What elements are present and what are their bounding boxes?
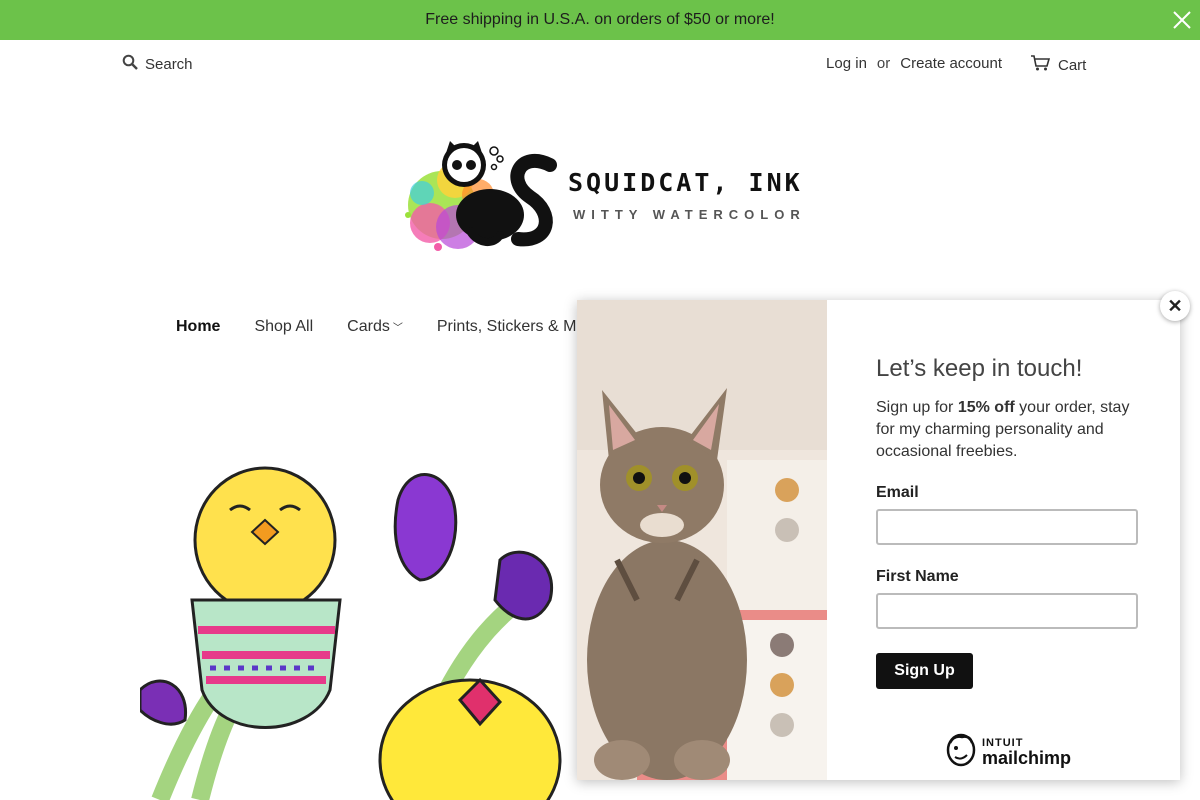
login-link[interactable]: Log in <box>826 55 867 72</box>
site-header: Search Log in or Create account Cart <box>0 40 1200 88</box>
nav-item-cards-label: Cards <box>347 318 390 335</box>
search-icon <box>122 54 138 74</box>
mailchimp-icon <box>944 733 978 772</box>
first-name-field[interactable] <box>876 593 1138 629</box>
popup-close-button[interactable]: ✕ <box>1160 291 1190 321</box>
signup-popup: Let’s keep in touch! Sign up for 15% off… <box>577 291 1190 780</box>
nav-item-home[interactable]: Home <box>176 318 220 336</box>
announcement-bar: Free shipping in U.S.A. on orders of $50… <box>0 0 1200 40</box>
mailchimp-wordmark: INTUIT mailchimp <box>982 738 1072 768</box>
popup-text-pre: Sign up for <box>876 399 958 416</box>
sign-up-button[interactable]: Sign Up <box>876 653 973 689</box>
main-nav: Home Shop All Cards ﹀ Prints, Stickers & … <box>176 318 576 336</box>
popup-title: Let’s keep in touch! <box>876 355 1083 382</box>
email-label: Email <box>876 484 919 501</box>
close-icon[interactable] <box>1170 8 1194 32</box>
account-links: Log in or Create account <box>826 55 1002 72</box>
nav-item-shop-all[interactable]: Shop All <box>254 318 313 336</box>
first-name-label: First Name <box>876 568 959 585</box>
nav-item-prints[interactable]: Prints, Stickers & M <box>437 318 577 336</box>
or-text: or <box>876 55 891 72</box>
popup-description: Sign up for 15% off your order, stay for… <box>876 397 1146 463</box>
discount-text: 15% off <box>957 399 1015 416</box>
nav-item-cards[interactable]: Cards ﹀ <box>347 318 403 336</box>
search-label: Search <box>145 55 193 73</box>
chevron-down-icon: ﹀ <box>392 323 403 334</box>
announcement-text: Free shipping in U.S.A. on orders of $50… <box>425 11 775 28</box>
email-field[interactable] <box>876 509 1138 545</box>
mailchimp-name: mailchimp <box>982 748 1072 768</box>
brand-tagline: WITTY WATERCOLOR <box>573 207 806 222</box>
brand-name: SQUIDCAT, INK <box>568 168 803 197</box>
mailchimp-logo[interactable]: INTUIT mailchimp <box>944 733 1071 772</box>
search-field[interactable]: Search <box>122 54 193 74</box>
cart-icon <box>1030 55 1051 75</box>
cart-link[interactable]: Cart <box>1030 55 1086 75</box>
close-icon: ✕ <box>1167 295 1183 316</box>
cart-label: Cart <box>1058 56 1087 74</box>
create-account-link[interactable]: Create account <box>900 55 1002 72</box>
cat-photo <box>577 300 827 780</box>
